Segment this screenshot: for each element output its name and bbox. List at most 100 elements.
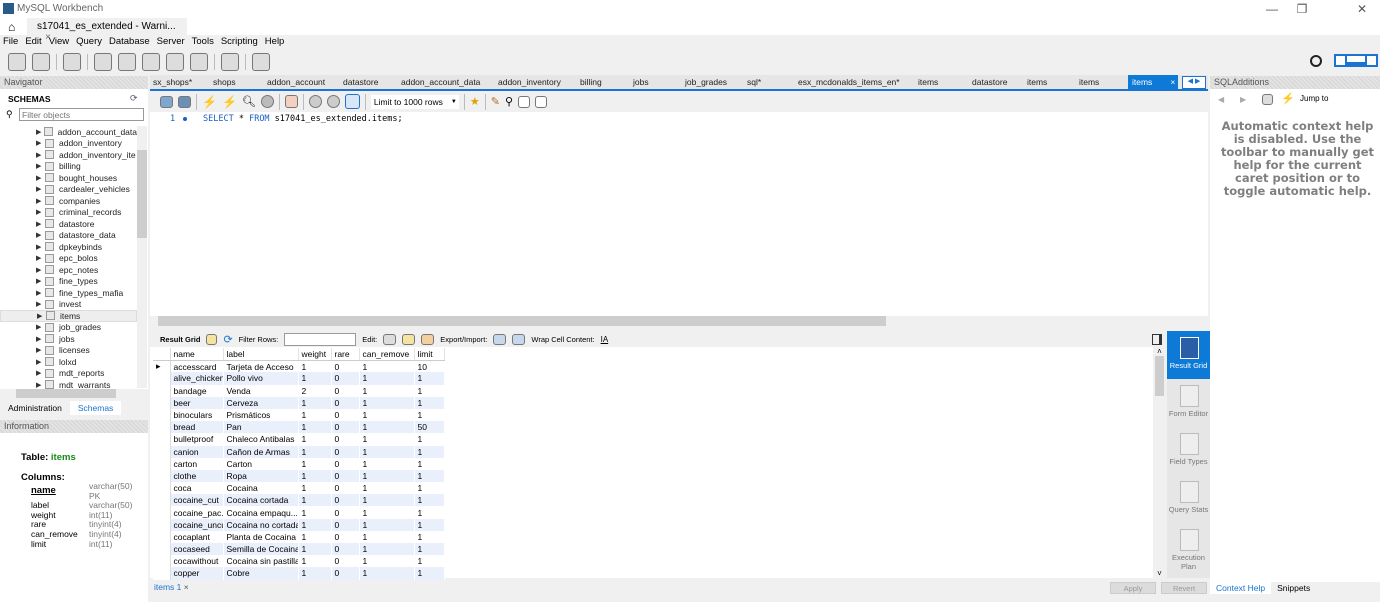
open-sql-script-icon[interactable] xyxy=(32,53,50,71)
tree-item-datastore_data[interactable]: ▶ datastore_data xyxy=(0,230,137,242)
tree-vertical-scrollbar[interactable] xyxy=(137,126,147,388)
cell-can_remove[interactable]: 1 xyxy=(359,384,415,397)
cell-weight[interactable]: 1 xyxy=(298,482,332,495)
cell-label[interactable]: Pan xyxy=(223,421,299,434)
cell-limit[interactable]: 1 xyxy=(414,372,445,385)
table-row[interactable]: cocaplant Planta de Cocaina 1 0 1 1 xyxy=(153,530,445,543)
close-icon[interactable]: × xyxy=(184,582,189,592)
tree-item-epc_notes[interactable]: ▶ epc_notes xyxy=(0,264,137,276)
cell-name[interactable]: binoculars xyxy=(170,408,224,422)
cell-label[interactable]: Chaleco Antibalas xyxy=(223,433,299,446)
table-row[interactable]: cocaine_uncut Cocaina no cortada 1 0 1 1 xyxy=(153,518,445,531)
cell-can_remove[interactable]: 1 xyxy=(359,494,415,507)
cell-name[interactable]: carton xyxy=(170,457,224,470)
query-tab-addon_account[interactable]: addon_account xyxy=(267,77,325,87)
table-row[interactable]: cocawithout Cocaina sin pastillas 1 0 1 1 xyxy=(153,555,445,568)
cell-limit[interactable]: 50 xyxy=(414,421,445,434)
cell-label[interactable]: Pollo vivo xyxy=(223,372,299,385)
cell-name[interactable]: cocaine_uncut xyxy=(170,518,224,531)
cell-can_remove[interactable]: 1 xyxy=(359,530,415,543)
close-icon[interactable]: × xyxy=(1170,77,1175,87)
cell-limit[interactable]: 1 xyxy=(414,408,445,422)
tree-item-addon_inventory_ite[interactable]: ▶ addon_inventory_ite xyxy=(0,149,137,161)
query-tab-jobs[interactable]: jobs xyxy=(633,77,649,87)
table-row[interactable]: canion Cañon de Armas 1 0 1 1 xyxy=(153,445,445,458)
cell-weight[interactable]: 1 xyxy=(298,396,332,409)
edit-row-icon[interactable] xyxy=(383,333,397,345)
cell-rare[interactable]: 0 xyxy=(331,372,360,385)
cell-name[interactable]: accesscard xyxy=(170,360,224,373)
cell-limit[interactable]: 1 xyxy=(414,384,445,397)
cell-weight[interactable]: 1 xyxy=(298,518,332,531)
expand-arrow-icon[interactable]: ▶ xyxy=(36,128,44,136)
tab-context-help[interactable]: Context Help xyxy=(1210,582,1272,594)
explain-icon[interactable]: 🔍︎ xyxy=(242,95,256,108)
cell-can_remove[interactable]: 1 xyxy=(359,433,415,446)
cell-can_remove[interactable]: 1 xyxy=(359,360,415,373)
cell-weight[interactable]: 1 xyxy=(298,555,332,568)
cell-limit[interactable]: 1 xyxy=(414,543,445,556)
query-tab-items[interactable]: items xyxy=(918,77,938,87)
cell-can_remove[interactable]: 1 xyxy=(359,396,415,409)
cell-rare[interactable]: 0 xyxy=(331,555,360,568)
tree-item-fine_types[interactable]: ▶ fine_types xyxy=(0,276,137,288)
cell-label[interactable]: Prismáticos xyxy=(223,408,299,422)
execute-icon[interactable]: ⚡ xyxy=(202,95,217,109)
cell-name[interactable]: copper xyxy=(170,567,224,580)
row-header[interactable] xyxy=(153,457,171,470)
create-table-icon[interactable] xyxy=(118,53,136,71)
import-icon[interactable] xyxy=(512,333,526,345)
tree-item-job_grades[interactable]: ▶ job_grades xyxy=(0,322,137,334)
menu-database[interactable]: Database xyxy=(109,36,150,47)
cell-name[interactable]: clothe xyxy=(170,469,224,483)
cell-name[interactable]: alive_chicken xyxy=(170,372,224,385)
cell-name[interactable]: cocaine_pac... xyxy=(170,506,224,519)
cell-weight[interactable]: 1 xyxy=(298,543,332,556)
query-tab-sql[interactable]: sql* xyxy=(747,77,761,87)
toggle-error-icon[interactable] xyxy=(284,95,298,108)
execute-current-icon[interactable]: ⚡ xyxy=(222,95,237,109)
cell-weight[interactable]: 1 xyxy=(298,360,332,373)
row-header[interactable] xyxy=(153,494,171,507)
cell-label[interactable]: Tarjeta de Acceso xyxy=(223,360,299,373)
cell-limit[interactable]: 1 xyxy=(414,433,445,446)
query-tab-esx_mcdonalds_items_en[interactable]: esx_mcdonalds_items_en* xyxy=(798,77,900,87)
cell-weight[interactable]: 1 xyxy=(298,530,332,543)
tree-item-lolxd[interactable]: ▶ lolxd xyxy=(0,356,137,368)
cell-limit[interactable]: 1 xyxy=(414,445,445,458)
cell-limit[interactable]: 1 xyxy=(414,555,445,568)
expand-arrow-icon[interactable]: ▶ xyxy=(36,277,45,285)
table-row[interactable]: clothe Ropa 1 0 1 1 xyxy=(153,469,445,483)
cell-label[interactable]: Ropa xyxy=(223,469,299,483)
tab-snippets[interactable]: Snippets xyxy=(1271,582,1316,594)
cell-limit[interactable]: 1 xyxy=(414,457,445,470)
table-row[interactable]: coca Cocaina 1 0 1 1 xyxy=(153,482,445,495)
cell-weight[interactable]: 1 xyxy=(298,445,332,458)
table-row[interactable]: alive_chicken Pollo vivo 1 0 1 1 xyxy=(153,372,445,385)
add-row-icon[interactable] xyxy=(402,333,416,345)
side-button-field-types[interactable]: Field Types xyxy=(1167,427,1210,475)
table-row[interactable]: carton Carton 1 0 1 1 xyxy=(153,457,445,470)
cell-can_remove[interactable]: 1 xyxy=(359,555,415,568)
tree-item-cardealer_vehicles[interactable]: ▶ cardealer_vehicles xyxy=(0,184,137,196)
cell-label[interactable]: Cocaina sin pastillas xyxy=(223,555,299,568)
cell-rare[interactable]: 0 xyxy=(331,421,360,434)
expand-arrow-icon[interactable]: ▶ xyxy=(36,335,45,343)
maximize-button[interactable]: ❐ xyxy=(1292,2,1312,16)
cell-can_remove[interactable]: 1 xyxy=(359,457,415,470)
cell-rare[interactable]: 0 xyxy=(331,506,360,519)
tree-item-fine_types_mafia[interactable]: ▶ fine_types_mafia xyxy=(0,287,137,299)
cell-limit[interactable]: 1 xyxy=(414,494,445,507)
cell-name[interactable]: cocaplant xyxy=(170,530,224,543)
cell-rare[interactable]: 0 xyxy=(331,433,360,446)
query-tab-datastore[interactable]: datastore xyxy=(972,77,1007,87)
cell-label[interactable]: Cocaina empaqu... xyxy=(223,506,299,519)
stop-icon[interactable] xyxy=(260,95,274,108)
cell-label[interactable]: Semilla de Cocaina xyxy=(223,543,299,556)
tree-item-dpkeybinds[interactable]: ▶ dpkeybinds xyxy=(0,241,137,253)
cell-rare[interactable]: 0 xyxy=(331,567,360,580)
expand-arrow-icon[interactable]: ▶ xyxy=(36,208,45,216)
table-row[interactable]: binoculars Prismáticos 1 0 1 1 xyxy=(153,408,445,422)
row-header[interactable] xyxy=(153,445,171,458)
cell-rare[interactable]: 0 xyxy=(331,384,360,397)
